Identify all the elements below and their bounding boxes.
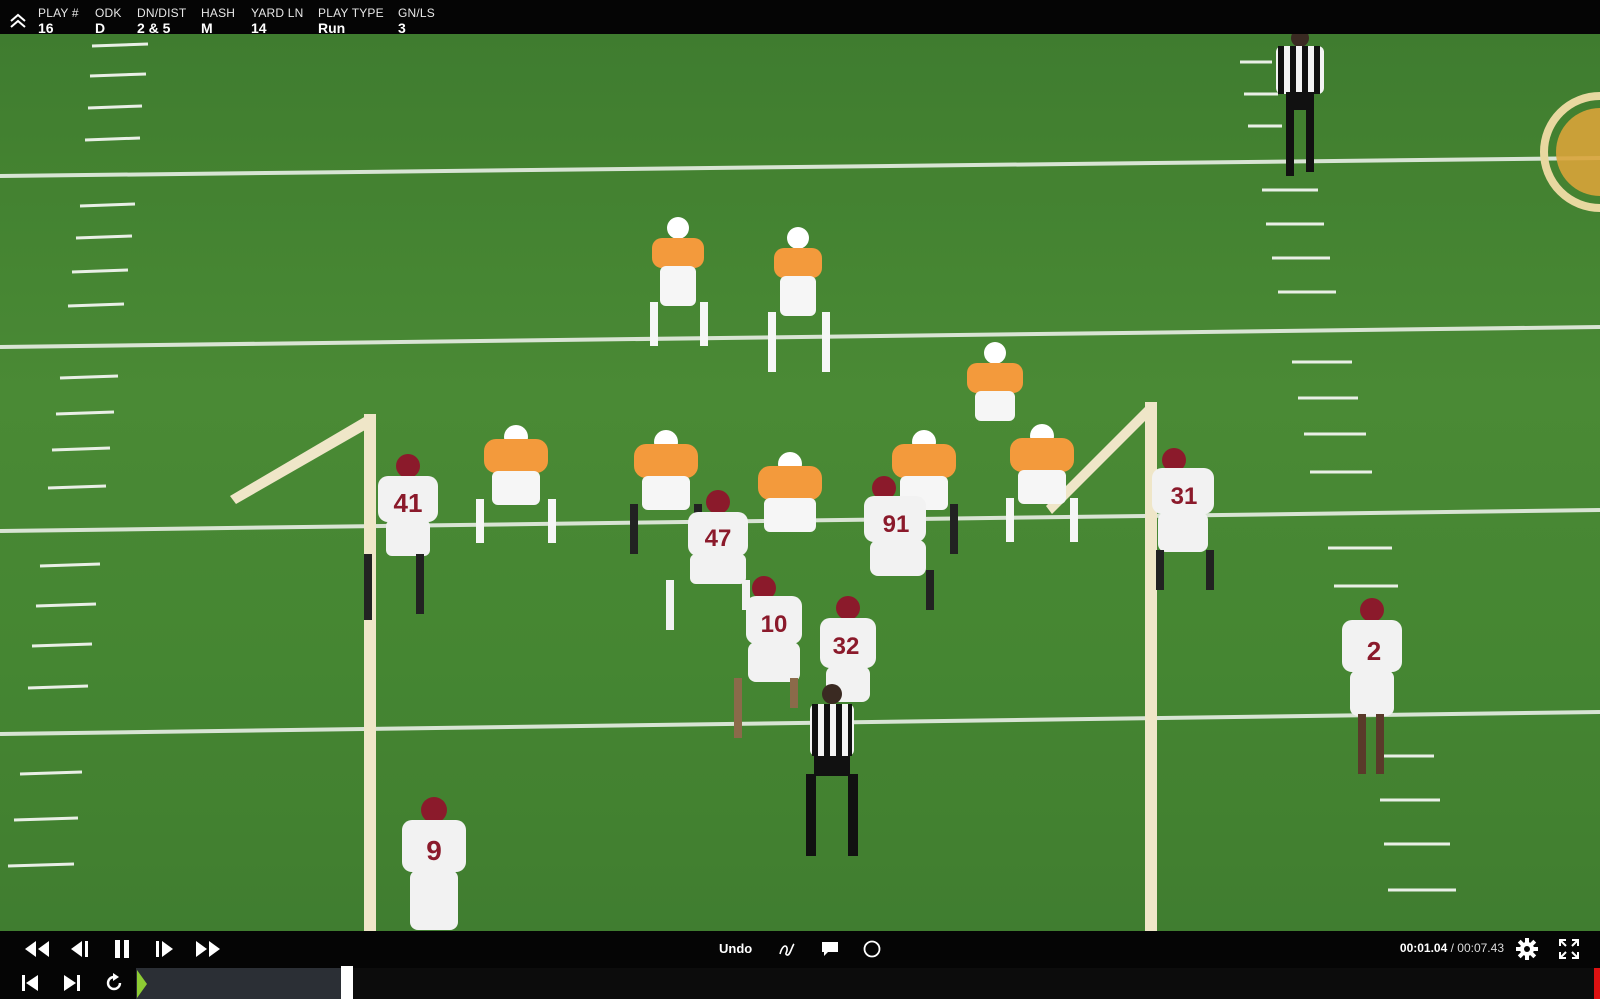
jersey-number: 10 (761, 611, 788, 638)
field-label: ODK (95, 6, 122, 20)
field-scene: 41 47 91 10 32 31 2 9 (0, 34, 1600, 931)
current-time: 00:01.04 (1399, 941, 1448, 955)
fast-forward-icon[interactable] (194, 939, 222, 959)
rewind-icon[interactable] (23, 939, 51, 959)
field-value: M (201, 20, 213, 36)
total-time: 00:07.43 (1457, 941, 1504, 955)
field-label: HASH (201, 6, 236, 20)
field-value: D (95, 20, 106, 36)
pause-icon[interactable] (111, 938, 133, 960)
field-yard-line: YARD LN 14 (251, 6, 304, 36)
field-play-number: PLAY # 16 (38, 6, 79, 36)
field-down-distance: DN/DIST 2 & 5 (137, 6, 186, 36)
field-value: 3 (398, 20, 406, 36)
timeline-track[interactable] (136, 968, 1597, 999)
field-label: YARD LN (251, 6, 304, 20)
settings-gear-icon[interactable] (1515, 937, 1539, 961)
step-back-icon[interactable] (68, 939, 90, 959)
timeline-played (136, 968, 341, 999)
field-gain-loss: GN/LS 3 (398, 6, 435, 36)
time-separator: / (1447, 941, 1458, 955)
circle-tool-icon[interactable] (862, 939, 882, 959)
jersey-number: 31 (1171, 483, 1198, 510)
replay-loop-icon[interactable] (103, 972, 125, 994)
time-display: 00:01.04 / 00:07.43 (1400, 941, 1504, 955)
field-odk: ODK D (95, 6, 122, 36)
field-value: 14 (251, 20, 267, 36)
comment-icon[interactable] (821, 940, 839, 958)
jersey-number: 32 (833, 633, 860, 660)
field-value: 16 (38, 20, 54, 36)
play-info-bar: PLAY # 16 ODK D DN/DIST 2 & 5 HASH M YAR… (0, 0, 1600, 36)
fullscreen-icon[interactable] (1558, 938, 1580, 960)
video-frame[interactable]: 41 47 91 10 32 31 2 9 (0, 34, 1600, 931)
field-label: DN/DIST (137, 6, 187, 20)
field-hash: HASH M (201, 6, 235, 36)
draw-pen-icon[interactable] (778, 940, 796, 958)
field-label: PLAY TYPE (318, 6, 384, 20)
step-forward-icon[interactable] (154, 939, 176, 959)
clip-end-marker (1594, 968, 1600, 999)
jersey-number: 2 (1367, 636, 1381, 666)
collapse-chevron-icon[interactable] (8, 12, 28, 30)
skip-to-end-icon[interactable] (62, 974, 82, 992)
playback-controls: Undo 00:01.04 / 00:07.43 (0, 931, 1600, 966)
jersey-number: 9 (426, 835, 442, 866)
field-value: 2 & 5 (137, 20, 171, 36)
field-play-type: PLAY TYPE Run (318, 6, 384, 36)
timeline-bar (0, 966, 1600, 999)
skip-to-start-icon[interactable] (20, 974, 40, 992)
jersey-number: 41 (394, 488, 423, 518)
clip-start-marker (137, 970, 147, 998)
timeline-playhead[interactable] (340, 966, 353, 999)
jersey-number: 47 (705, 525, 732, 552)
undo-button[interactable]: Undo (719, 941, 752, 956)
field-label: GN/LS (398, 6, 436, 20)
jersey-number: 91 (883, 511, 910, 538)
field-value: Run (318, 20, 346, 36)
field-label: PLAY # (38, 6, 79, 20)
